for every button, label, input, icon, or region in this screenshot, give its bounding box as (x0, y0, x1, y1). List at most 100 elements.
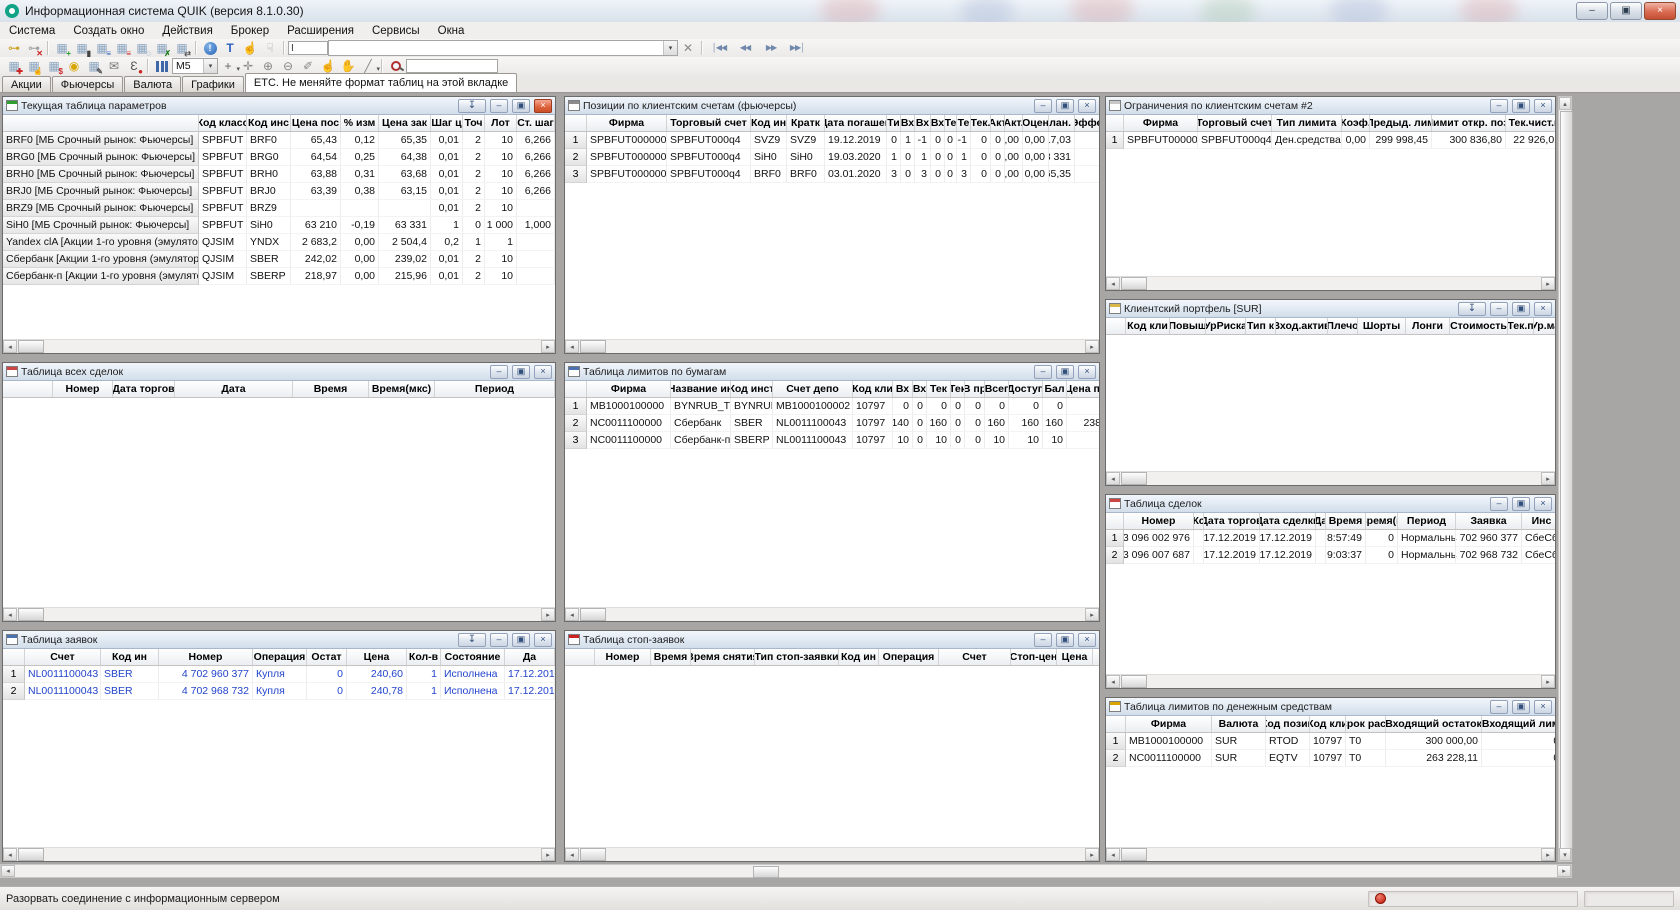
interval-combo[interactable]: M5▾ (172, 58, 218, 74)
column-header[interactable]: Лот (485, 115, 517, 131)
column-header[interactable]: Срок расч (1346, 716, 1386, 732)
cell[interactable]: Исполнена (441, 666, 505, 683)
window-h-scrollbar[interactable]: ◂▸ (1106, 847, 1555, 861)
column-header[interactable]: Шорты (1358, 318, 1406, 334)
table-row[interactable]: 1SPBFUT000000SPBFUT000q4SVZ9SVZ919.12.20… (565, 132, 1099, 149)
menu-item-1[interactable]: Создать окно (64, 24, 153, 38)
cell[interactable]: -1 (915, 132, 931, 149)
cell[interactable]: 10797 (1310, 750, 1346, 767)
cell[interactable]: SPBFUT000q4 (667, 149, 751, 166)
window-titlebar[interactable]: Таблица лимитов по бумагам–▣× (565, 363, 1099, 381)
window-titlebar[interactable]: Таблица заявок↧–▣× (3, 631, 555, 649)
scroll-thumb[interactable] (18, 848, 44, 861)
cell[interactable]: 300 836,80 (1432, 132, 1506, 149)
edit-table-icon[interactable]: ▦✎ (84, 58, 104, 74)
column-header[interactable]: Фирма (1126, 716, 1212, 732)
cell[interactable]: 63,39 (291, 183, 341, 200)
table-row[interactable]: BRZ9 [МБ Срочный рынок: Фьючерсы]SPBFUTB… (3, 200, 555, 217)
cell[interactable] (1067, 432, 1100, 449)
scroll-right-button[interactable]: ▸ (541, 848, 555, 861)
menu-item-2[interactable]: Действия (153, 24, 221, 38)
cell[interactable]: 65,43 (291, 132, 341, 149)
cell[interactable]: 10797 (853, 415, 893, 432)
cell[interactable]: 6,266 (517, 183, 555, 200)
cell[interactable]: 0 (931, 166, 945, 183)
column-header[interactable]: Фирма (587, 381, 671, 397)
column-header[interactable]: В пр (965, 381, 985, 397)
column-header[interactable] (3, 115, 199, 131)
quotes-table-icon[interactable]: ▦≡ (112, 40, 132, 56)
column-header[interactable]: Вх (901, 115, 915, 131)
cell[interactable]: BRH0 (247, 166, 291, 183)
cell[interactable]: 0,25 (341, 149, 379, 166)
cell[interactable]: 10 (485, 251, 517, 268)
scroll-right-button[interactable]: ▸ (1085, 340, 1099, 353)
column-header[interactable]: Код ин (839, 649, 879, 665)
search-icon[interactable] (386, 58, 406, 74)
cell[interactable]: SPBFUT000000 (587, 166, 667, 183)
cell[interactable]: 1 (407, 683, 441, 700)
column-header[interactable]: Входящий остаток (1386, 716, 1482, 732)
cell[interactable]: 2 (463, 268, 485, 285)
column-header[interactable]: Операция (253, 649, 307, 665)
column-header[interactable]: Вход.актив (1276, 318, 1328, 334)
column-header[interactable]: Вх (913, 381, 927, 397)
add-indicator-icon[interactable]: +▾ (218, 58, 238, 74)
column-header[interactable]: Время снятия (691, 649, 755, 665)
minimize-button[interactable]: – (490, 365, 508, 379)
cell[interactable]: MB1000100000 (587, 398, 671, 415)
cell[interactable]: 299 998,45 (1370, 132, 1432, 149)
table-row[interactable]: BRF0 [МБ Срочный рынок: Фьючерсы]SPBFUTB… (3, 132, 555, 149)
column-header[interactable]: Код класс (199, 115, 247, 131)
cell[interactable]: СбеСбе (1522, 530, 1556, 547)
column-header[interactable]: Цена зак (379, 115, 431, 131)
cell[interactable]: 239,02 (379, 251, 431, 268)
chart-bars-icon[interactable] (152, 58, 172, 74)
window-h-scrollbar[interactable]: ◂▸ (3, 847, 555, 861)
cell[interactable]: 4 702 960 377 (1456, 530, 1522, 547)
menu-item-5[interactable]: Сервисы (363, 24, 429, 38)
cell[interactable] (291, 200, 341, 217)
cell[interactable]: SPBFUT000q4 (667, 166, 751, 183)
cell[interactable]: 10 (1009, 432, 1043, 449)
money-icon[interactable]: ◉ (64, 58, 84, 74)
cell[interactable]: YNDX (247, 234, 291, 251)
column-header[interactable]: Лимит откр. поз. (1432, 115, 1506, 131)
cell[interactable]: 0 (913, 398, 927, 415)
cell[interactable]: 0 (971, 132, 991, 149)
cell[interactable]: 1 000 (485, 217, 517, 234)
create-table-icon[interactable]: ▦+ (52, 40, 72, 56)
nav-last-icon[interactable]: ▶▶│ (784, 40, 810, 56)
scroll-right-button[interactable]: ▸ (1541, 472, 1555, 485)
stop-order-icon[interactable]: ▦$ (44, 58, 64, 74)
table-search-icon[interactable]: ▦◌ (132, 40, 152, 56)
cell[interactable]: BRH0 [МБ Срочный рынок: Фьючерсы] (3, 166, 199, 183)
order-hand-icon[interactable]: ▦☝ (24, 58, 44, 74)
column-header[interactable]: Цена (1057, 649, 1093, 665)
scroll-left-button[interactable]: ◂ (1106, 277, 1120, 290)
close-button[interactable]: × (1078, 365, 1096, 379)
cell[interactable]: SPBFUT000q4 (1198, 132, 1272, 149)
cell[interactable]: BYNRUB_TOM (671, 398, 731, 415)
scroll-thumb[interactable] (18, 340, 44, 353)
export-data-icon[interactable]: ▦⇄ (172, 40, 192, 56)
column-header[interactable]: Стоимость (1450, 318, 1508, 334)
column-header[interactable]: Эффек С (1075, 115, 1100, 131)
cell[interactable]: 3 096 002 976 (1124, 530, 1194, 547)
table-row[interactable]: Сбербанк [Акции 1-го уровня (эмулятор)]Q… (3, 251, 555, 268)
column-header[interactable]: Код кли (1310, 716, 1346, 732)
close-button[interactable]: × (1078, 633, 1096, 647)
scroll-right-button[interactable]: ▸ (1541, 848, 1555, 861)
cell[interactable]: Купля (253, 683, 307, 700)
mdi-scroll-right-button[interactable]: ▸ (1557, 865, 1571, 877)
minimize-button[interactable]: – (1034, 633, 1052, 647)
minimize-button[interactable]: – (1490, 99, 1508, 113)
maximize-button[interactable]: ▣ (512, 99, 530, 113)
window-titlebar[interactable]: Таблица всех сделок–▣× (3, 363, 555, 381)
cell[interactable]: 0 (991, 132, 1005, 149)
column-header[interactable]: Всег (985, 381, 1009, 397)
column-header[interactable]: Фирма (1124, 115, 1198, 131)
cell[interactable]: BRG0 [МБ Срочный рынок: Фьючерсы] (3, 149, 199, 166)
cell[interactable]: 0,00 (341, 268, 379, 285)
window-titlebar[interactable]: Ограничения по клиентским счетам #2–▣× (1106, 97, 1555, 115)
